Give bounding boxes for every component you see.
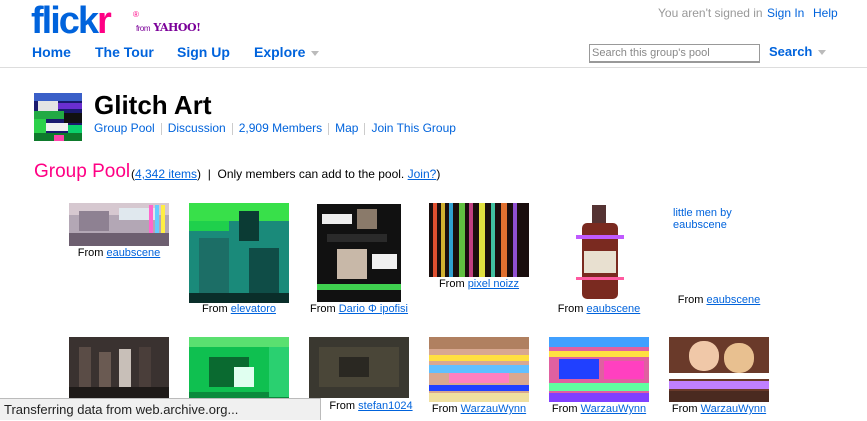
user-link[interactable]: WarzauWynn — [701, 403, 767, 415]
nav-tour[interactable]: The Tour — [95, 44, 154, 60]
text-only-thumbnail[interactable]: little men by eaubscene — [673, 207, 753, 231]
thumbnail-caption: From WarzauWynn — [429, 403, 529, 415]
search-button[interactable]: Search — [769, 44, 827, 59]
explore-chevron-down-icon[interactable] — [311, 50, 320, 56]
thumbnail-image — [549, 337, 649, 402]
join-link[interactable]: Join? — [408, 167, 437, 181]
pool-thumbnail[interactable] — [669, 337, 769, 402]
thumbnail-caption: From elevatoro — [189, 303, 289, 315]
pool-thumbnail[interactable] — [549, 337, 649, 402]
thumbnail-image — [669, 337, 769, 402]
search-input[interactable] — [589, 44, 760, 63]
group-nav-members[interactable]: 2,909 Members — [239, 121, 322, 135]
logo-text-pink: r — [97, 0, 112, 42]
user-link[interactable]: pixel noizz — [468, 278, 519, 290]
search-chevron-down-icon[interactable] — [818, 50, 827, 56]
thumbnail-caption: From WarzauWynn — [669, 403, 769, 415]
pool-info-text: Only members can add to the pool. — [217, 167, 405, 181]
thumbnail-image — [69, 203, 169, 246]
separator — [160, 122, 162, 135]
logo-text-blue: flick — [31, 0, 99, 42]
yahoo-logo: YAHOO! — [153, 21, 201, 34]
pool-info: (4,342 items) | Only members can add to … — [131, 167, 441, 181]
user-link[interactable]: elevatoro — [231, 303, 276, 315]
sign-in-link[interactable]: Sign In — [767, 6, 804, 20]
group-nav-join[interactable]: Join This Group — [371, 121, 456, 135]
user-link[interactable]: eaubscene — [706, 294, 760, 306]
thumbnail-image — [429, 337, 529, 402]
registered-mark: ® — [133, 10, 139, 19]
pool-count-link[interactable]: 4,342 items — [135, 167, 197, 181]
user-link[interactable]: eaubscene — [586, 303, 640, 315]
from-label: From — [329, 400, 356, 412]
thumbnail-caption: From pixel noizz — [429, 278, 529, 290]
search-button-label: Search — [769, 44, 813, 59]
thumbnail-caption: From stefan1024 — [321, 400, 421, 412]
from-label: From — [677, 294, 704, 306]
pool-thumbnail[interactable] — [69, 203, 169, 246]
separator — [231, 122, 233, 135]
from-label: From — [431, 403, 458, 415]
from-label: From — [438, 278, 465, 290]
separator — [328, 122, 330, 135]
pool-title: Group Pool — [34, 161, 131, 182]
pool-thumbnail[interactable] — [317, 204, 401, 302]
pool-thumbnail[interactable] — [429, 337, 529, 402]
help-link[interactable]: Help — [813, 6, 838, 20]
thumbnail-caption: From eaubscene — [549, 303, 649, 315]
from-label: From — [671, 403, 698, 415]
browser-status-bar: Transferring data from web.archive.org..… — [0, 398, 321, 420]
yahoo-mark: from YAHOO! — [136, 21, 201, 34]
nav-explore-label: Explore — [254, 44, 306, 60]
thumbnail-caption: From WarzauWynn — [549, 403, 649, 415]
from-label: From — [309, 303, 336, 315]
thumbnail-caption: From eaubscene — [69, 247, 169, 259]
from-label: From — [202, 303, 228, 315]
group-avatar[interactable] — [34, 93, 82, 141]
pool-thumbnail[interactable] — [429, 203, 529, 277]
thumbnail-image — [189, 203, 289, 303]
group-avatar-image — [34, 93, 82, 141]
header-divider — [0, 67, 867, 68]
user-link[interactable]: eaubscene — [106, 247, 160, 259]
not-signed-in-text: You aren't signed in — [658, 6, 763, 20]
user-link[interactable]: WarzauWynn — [581, 403, 647, 415]
from-label: From — [77, 247, 104, 259]
group-title: Glitch Art — [94, 90, 212, 120]
thumbnail-caption: From Dario Φ ipofisi — [309, 303, 409, 315]
user-link[interactable]: WarzauWynn — [461, 403, 527, 415]
thumbnail-image — [309, 337, 409, 398]
thumbnail-image — [317, 204, 401, 302]
thumbnail-image — [576, 205, 624, 301]
pool-thumbnail[interactable] — [309, 337, 409, 398]
pool-thumbnail[interactable] — [189, 203, 289, 303]
from-label: From — [551, 403, 578, 415]
group-nav-map[interactable]: Map — [335, 121, 358, 135]
nav-explore[interactable]: Explore — [254, 44, 320, 60]
group-nav: Group Pool Discussion 2,909 Members Map Join… — [94, 121, 456, 135]
logo-from: from — [136, 24, 151, 33]
pool-thumbnail[interactable] — [576, 205, 624, 301]
group-nav-pool[interactable]: Group Pool — [94, 121, 155, 135]
group-nav-discussion[interactable]: Discussion — [168, 121, 226, 135]
thumbnail-caption: From eaubscene — [669, 294, 769, 306]
nav-signup[interactable]: Sign Up — [177, 44, 230, 60]
thumbnail-image — [429, 203, 529, 277]
nav-home[interactable]: Home — [32, 44, 71, 60]
flickr-logo[interactable]: flickr — [31, 0, 112, 42]
from-label: From — [557, 303, 584, 315]
user-link[interactable]: stefan1024 — [358, 400, 412, 412]
user-link[interactable]: Dario Φ ipofisi — [339, 303, 408, 315]
separator — [364, 122, 366, 135]
